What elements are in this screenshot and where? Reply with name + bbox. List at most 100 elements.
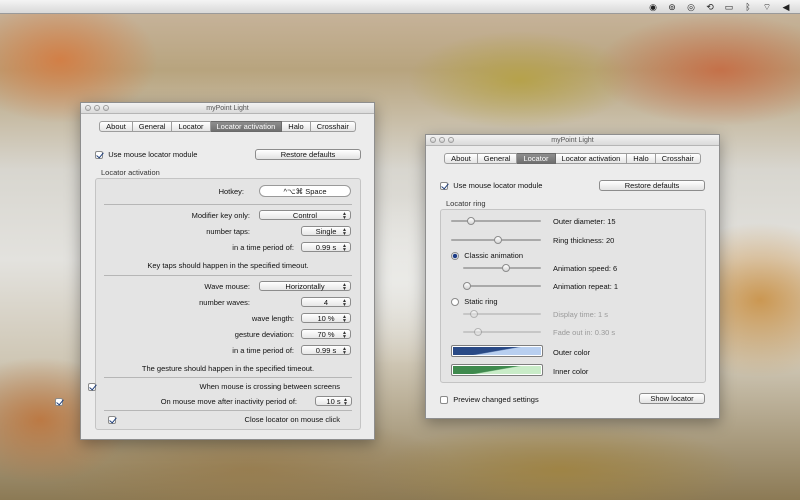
crossing-checkbox[interactable]: [88, 382, 96, 391]
wave-period-select[interactable]: 0.99 s ▲ ▼: [301, 345, 351, 356]
status-icon[interactable]: ⊚: [666, 1, 678, 13]
ring-thickness-slider[interactable]: [451, 236, 541, 244]
modifier-value: Control: [292, 211, 318, 220]
fade-out-label: Fade out in: 0.30 s: [553, 328, 616, 337]
tab-bar: About General Locator Locator activation…: [81, 121, 374, 132]
inner-color-well[interactable]: [451, 364, 543, 376]
deviation-select[interactable]: 70 % ▲ ▼: [301, 329, 351, 340]
close-label: Close locator on mouse click: [244, 415, 340, 424]
wave-period-label: in a time period of:: [232, 346, 294, 355]
show-locator-button[interactable]: Show locator: [639, 393, 705, 404]
volume-icon[interactable]: ◀: [780, 1, 792, 13]
use-module-row: Use mouse locator module: [95, 150, 197, 159]
tab-locator[interactable]: Locator: [517, 153, 556, 164]
slider-knob[interactable]: [467, 217, 476, 225]
chevron-up-down-icon: ▲ ▼: [342, 298, 347, 308]
tap-period-label: in a time period of:: [232, 243, 294, 252]
section-label: Locator ring: [446, 199, 486, 208]
tab-halo[interactable]: Halo: [627, 153, 656, 164]
minimize-window-button[interactable]: [439, 137, 445, 143]
classic-label: Classic animation: [464, 251, 524, 260]
bluetooth-icon[interactable]: ᛒ: [742, 1, 754, 13]
waves-select[interactable]: 4 ▲ ▼: [301, 297, 351, 308]
section-label: Locator activation: [101, 168, 160, 177]
tab-about[interactable]: About: [99, 121, 133, 132]
tap-period-value: 0.99 s: [315, 243, 337, 252]
activation-group: Hotkey: ^⌥⌘ Space Modifier key only: Con…: [55, 178, 361, 430]
restore-defaults-button[interactable]: Restore defaults: [599, 180, 705, 191]
tab-halo[interactable]: Halo: [282, 121, 311, 132]
display-time-slider[interactable]: [463, 310, 541, 318]
static-row: Static ring: [451, 297, 498, 306]
slider-knob[interactable]: [470, 310, 478, 318]
chevron-up-down-icon: ▲ ▼: [342, 314, 347, 324]
chevron-up-down-icon: ▲ ▼: [342, 227, 347, 237]
taps-value: Single: [315, 227, 337, 236]
tab-general[interactable]: General: [477, 153, 518, 164]
waves-value: 4: [323, 298, 329, 307]
tab-locator-activation[interactable]: Locator activation: [210, 121, 283, 132]
title-bar: myPoint Light: [81, 103, 374, 114]
tab-general[interactable]: General: [132, 121, 173, 132]
anim-repeat-slider[interactable]: [463, 282, 541, 290]
tab-crosshair[interactable]: Crosshair: [655, 153, 701, 164]
close-window-button[interactable]: [430, 137, 436, 143]
slider-knob[interactable]: [501, 264, 510, 272]
outer-diameter-label: Outer diameter: 15: [553, 217, 616, 226]
taps-select[interactable]: Single ▲ ▼: [301, 226, 351, 237]
tap-period-select[interactable]: 0.99 s ▲ ▼: [301, 242, 351, 253]
zoom-window-button[interactable]: [448, 137, 454, 143]
tab-about[interactable]: About: [444, 153, 478, 164]
restore-defaults-button[interactable]: Restore defaults: [255, 149, 361, 160]
wavelength-value: 10 %: [317, 314, 335, 323]
display-icon[interactable]: ▭: [723, 1, 735, 13]
static-label: Static ring: [464, 297, 498, 306]
classic-radio[interactable]: [451, 251, 459, 260]
time-machine-icon[interactable]: ⟲: [704, 1, 716, 13]
chevron-up-down-icon: ▲ ▼: [342, 282, 347, 292]
static-radio[interactable]: [451, 297, 459, 306]
anim-speed-label: Animation speed: 6: [553, 264, 618, 273]
use-module-checkbox[interactable]: [440, 181, 448, 190]
tab-locator[interactable]: Locator: [172, 121, 211, 132]
preview-row: Preview changed settings: [440, 395, 539, 404]
fade-out-slider[interactable]: [463, 328, 541, 336]
preferences-window-activation: myPoint Light About General Locator Loca…: [55, 102, 375, 440]
wave-select[interactable]: Horizontally ▲ ▼: [259, 281, 351, 292]
tab-bar: About General Locator Locator activation…: [426, 153, 719, 164]
divider: [104, 377, 352, 378]
wifi-icon[interactable]: ⌔: [761, 1, 773, 13]
tab-locator-activation[interactable]: Locator activation: [555, 153, 628, 164]
modifier-label: Modifier key only:: [191, 211, 250, 220]
minimize-window-button[interactable]: [94, 105, 100, 111]
outer-color-fill: [453, 347, 541, 355]
close-checkbox[interactable]: [108, 415, 117, 424]
divider: [104, 410, 352, 411]
wavelength-label: wave length:: [251, 314, 294, 323]
outer-diameter-slider[interactable]: [451, 217, 541, 225]
divider: [104, 275, 352, 276]
modifier-select[interactable]: Control ▲ ▼: [259, 210, 351, 221]
slider-knob[interactable]: [494, 236, 503, 244]
inactivity-checkbox[interactable]: [55, 397, 64, 406]
use-module-checkbox[interactable]: [95, 150, 103, 159]
chevron-up-down-icon: ▲ ▼: [342, 211, 347, 221]
hotkey-field[interactable]: ^⌥⌘ Space: [259, 185, 351, 197]
close-window-button[interactable]: [85, 105, 91, 111]
slider-knob[interactable]: [473, 328, 482, 336]
wavelength-select[interactable]: 10 % ▲ ▼: [301, 313, 351, 324]
classic-row: Classic animation: [451, 251, 523, 260]
chevron-up-down-icon: ▲ ▼: [342, 346, 347, 356]
status-icon[interactable]: ◎: [685, 1, 697, 13]
inactivity-select[interactable]: 10 s ▲ ▼: [315, 396, 352, 407]
outer-color-well[interactable]: [451, 345, 543, 357]
chevron-up-down-icon: ▲ ▼: [342, 330, 347, 340]
radio-icon[interactable]: ◉: [647, 1, 659, 13]
tab-crosshair[interactable]: Crosshair: [310, 121, 356, 132]
divider: [104, 204, 352, 205]
zoom-window-button[interactable]: [103, 105, 109, 111]
slider-knob[interactable]: [463, 282, 471, 290]
preview-checkbox[interactable]: [440, 395, 448, 404]
title-bar: myPoint Light: [426, 135, 719, 146]
anim-speed-slider[interactable]: [463, 264, 541, 272]
